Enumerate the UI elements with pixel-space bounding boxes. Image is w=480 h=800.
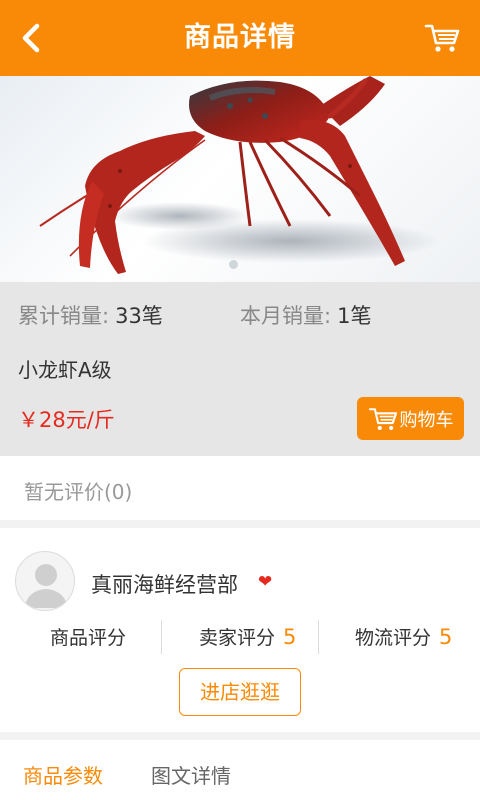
tab-product-params[interactable]: 商品参数 [23, 760, 103, 789]
total-sales-value: 33笔 [115, 304, 163, 328]
logistics-rating: 物流评分 5 [355, 620, 452, 654]
shop-name[interactable]: 真丽海鲜经营部 [91, 569, 238, 599]
reviews-summary[interactable]: 暂无评价(0) [24, 476, 132, 505]
shopping-cart-icon [424, 24, 460, 52]
total-sales-label: 累计销量: [18, 304, 110, 328]
avatar[interactable] [15, 551, 75, 611]
tab-image-text-details[interactable]: 图文详情 [151, 760, 231, 789]
rating-label: 物流评分 [355, 627, 432, 649]
gallery-pager-dot [229, 260, 238, 269]
rating-label: 商品评分 [50, 627, 127, 649]
monthly-sales: 本月销量: 1笔 [240, 300, 371, 330]
divider [161, 620, 162, 654]
shopping-cart-icon [368, 407, 397, 430]
product-rating: 商品评分 [50, 620, 134, 654]
product-price: ￥28元/斤 [18, 408, 115, 432]
monthly-sales-value: 1笔 [337, 304, 372, 328]
product-name: 小龙虾A级 [18, 358, 112, 382]
rating-score: 5 [439, 625, 453, 649]
rating-score: 5 [283, 625, 297, 649]
product-image[interactable] [0, 76, 480, 282]
total-sales: 累计销量: 33笔 [18, 300, 163, 330]
seller-rating: 卖家评分 5 [199, 620, 296, 654]
user-avatar-icon [24, 564, 68, 608]
shop-ratings: 商品评分 卖家评分 5 物流评分 5 [0, 620, 480, 654]
cart-button[interactable] [424, 22, 460, 54]
page-title: 商品详情 [184, 22, 296, 53]
top-bar: 商品详情 [0, 0, 480, 76]
monthly-sales-label: 本月销量: [240, 304, 332, 328]
visit-shop-button[interactable]: 进店逛逛 [179, 668, 301, 716]
crayfish-photo [39, 76, 440, 274]
add-to-cart-label: 购物车 [399, 409, 454, 431]
divider [318, 620, 319, 654]
add-to-cart-button[interactable]: 购物车 [357, 397, 464, 440]
heart-icon[interactable]: ❤ [258, 572, 272, 592]
rating-label: 卖家评分 [199, 627, 276, 649]
